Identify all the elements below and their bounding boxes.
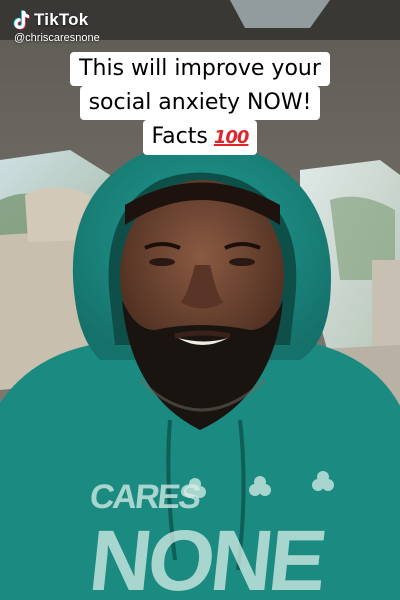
tiktok-brand-name: TikTok (34, 10, 89, 29)
tiktok-watermark: TikTok @chriscaresnone (12, 10, 100, 44)
video-frame[interactable]: TikTok @chriscaresnone This will improve… (0, 0, 400, 600)
watermark-brand-row: TikTok (12, 10, 100, 30)
video-caption: This will improve your social anxiety NO… (0, 52, 400, 155)
hundred-points-emoji-icon: 100 (213, 127, 250, 148)
caption-line-3: Facts 100 (142, 120, 258, 155)
hoodie-print: CARES NONE (85, 478, 328, 600)
caption-line-3-text: Facts (151, 124, 208, 149)
hoodie-print-big-text: NONE (85, 513, 328, 600)
tiktok-logo-icon (13, 10, 30, 30)
caption-line-2: social anxiety NOW! (79, 86, 321, 120)
caption-line-1: This will improve your (70, 52, 330, 86)
creator-handle[interactable]: @chriscaresnone (14, 32, 100, 44)
